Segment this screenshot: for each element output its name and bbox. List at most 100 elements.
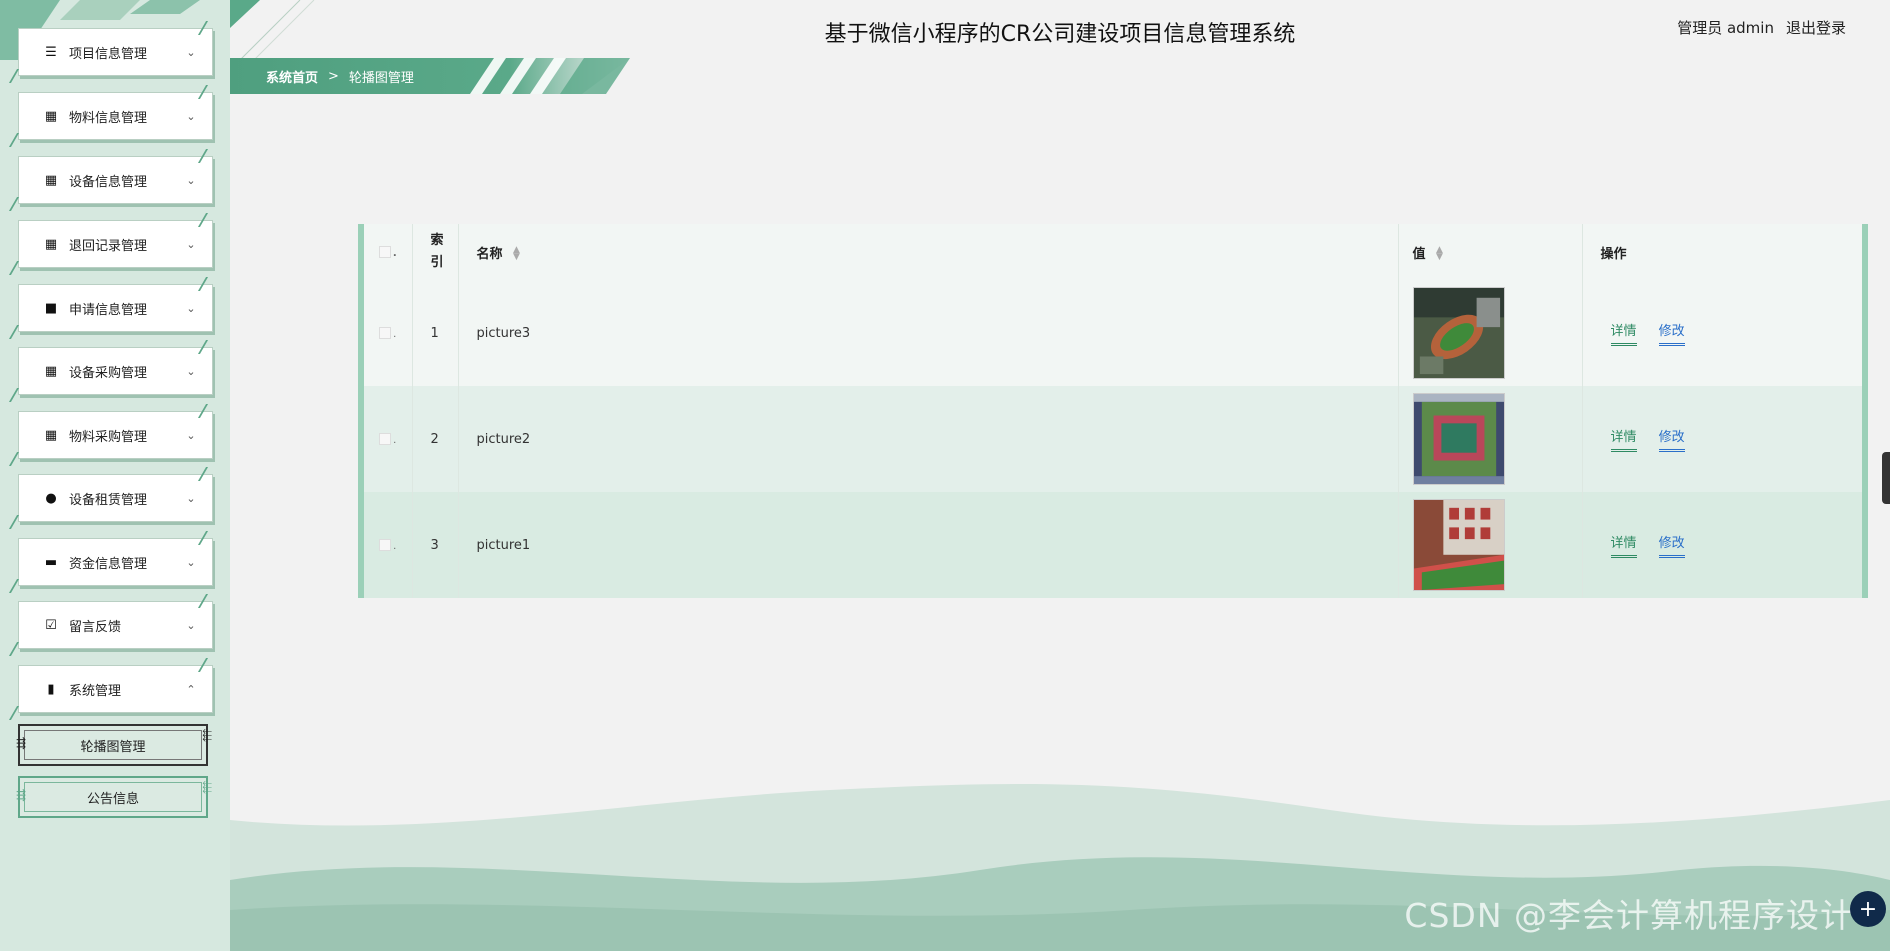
chevron-down-icon: ⌄ [186, 555, 196, 569]
sidebar-item-label: 留言反馈 [69, 619, 122, 635]
column-header-value[interactable]: 值 ▲ ▼ [1398, 224, 1583, 280]
row-value-cell [1398, 386, 1583, 492]
sidebar-item-label: 申请信息管理 [69, 302, 148, 318]
page-title: 基于微信小程序的CR公司建设项目信息管理系统 [824, 22, 1296, 47]
edit-button[interactable]: 修改 [1658, 426, 1685, 452]
sidebar-item-label: 设备信息管理 [69, 174, 148, 190]
logout-button[interactable]: 退出登录 [1786, 17, 1846, 38]
header-decoration [230, 0, 315, 60]
name-header-label: 名称 [476, 246, 503, 262]
detail-button[interactable]: 详情 [1610, 426, 1637, 452]
sidebar-subitem-notice[interactable]: ⇶ 公告信息 ⬱ [16, 776, 212, 818]
carousel-thumbnail[interactable] [1412, 499, 1505, 591]
row-select-cell: . [364, 386, 413, 492]
sidebar-item-label: 资金信息管理 [69, 556, 148, 572]
carousel-thumbnail[interactable] [1412, 287, 1505, 379]
arrow-right-icon: ⇶ [16, 788, 27, 802]
breadcrumb-separator: > [328, 68, 339, 84]
row-name: picture1 [458, 492, 1399, 598]
grid-icon: ▦ [44, 427, 58, 443]
row-ops-cell: 详情 修改 [1582, 386, 1862, 492]
row-index: 2 [412, 386, 459, 492]
sidebar-item-return[interactable]: ▦ 退回记录管理 ⌄ [18, 220, 213, 268]
sidebar-item-feedback[interactable]: ☑ 留言反馈 ⌄ [18, 601, 213, 649]
sidebar-item-system[interactable]: ▮ 系统管理 ⌃ [18, 665, 213, 713]
sidebar-item-material-purchase[interactable]: ▦ 物料采购管理 ⌄ [18, 411, 213, 459]
detail-button[interactable]: 详情 [1610, 320, 1637, 346]
sidebar-item-material[interactable]: ▦ 物料信息管理 ⌄ [18, 92, 213, 140]
chevron-down-icon: ⌄ [186, 618, 196, 632]
list-icon: ☰ [45, 44, 57, 60]
detail-button[interactable]: 详情 [1610, 532, 1637, 558]
sidebar-subitem-carousel[interactable]: ⇶ 轮播图管理 ⬱ [16, 724, 212, 766]
book-icon: ▮ [47, 681, 55, 697]
sort-icon[interactable]: ▲ ▼ [513, 246, 520, 262]
table-row: . 2 picture2 详情 修改 [364, 386, 1862, 492]
breadcrumb-stripes [470, 58, 630, 94]
sidebar-item-project[interactable]: ☰ 项目信息管理 ⌄ [18, 28, 213, 76]
sidebar-item-equipment[interactable]: ▦ 设备信息管理 ⌄ [18, 156, 213, 204]
briefcase-icon: ■ [44, 300, 58, 316]
carousel-thumbnail[interactable] [1412, 393, 1505, 485]
arrow-left-icon: ⬱ [202, 728, 212, 742]
row-value-cell [1398, 492, 1583, 598]
watermark-text: CSDN @李会计算机程序设计 [1404, 896, 1854, 935]
table-header-row: . 索引 名称 ▲ ▼ 值 ▲ ▼ 操作 [364, 224, 1862, 280]
breadcrumb-current: 轮播图管理 [348, 70, 414, 86]
table-row: . 3 picture1 详情 修改 [364, 492, 1862, 598]
sidebar-item-funds[interactable]: ▬ 资金信息管理 ⌄ [18, 538, 213, 586]
sidebar-item-lease[interactable]: ● 设备租赁管理 ⌄ [18, 474, 213, 522]
chevron-down-icon: ⌄ [186, 173, 196, 187]
chevron-up-icon: ⌃ [186, 682, 196, 696]
arrow-left-icon: ⬱ [202, 780, 212, 794]
side-tab-handle[interactable] [1882, 452, 1890, 504]
clipboard-icon: ☑ [45, 617, 57, 633]
user-label: 管理员 admin [1677, 19, 1774, 37]
grid-icon: ▦ [44, 172, 58, 188]
sidebar-item-label: 物料采购管理 [69, 429, 148, 445]
row-select-cell: . [364, 280, 413, 386]
column-header-index: 索引 [412, 224, 459, 280]
grid-icon: ▦ [44, 363, 58, 379]
sidebar-item-label: 设备租赁管理 [69, 492, 148, 508]
sidebar-item-label: 项目信息管理 [69, 46, 148, 62]
ticket-icon: ▬ [44, 554, 58, 570]
plus-icon[interactable]: + [1850, 891, 1886, 927]
sidebar-item-equipment-purchase[interactable]: ▦ 设备采购管理 ⌄ [18, 347, 213, 395]
chevron-down-icon: ⌄ [186, 364, 196, 378]
row-ops-cell: 详情 修改 [1582, 492, 1862, 598]
sidebar: ☰ 项目信息管理 ⌄ ▦ 物料信息管理 ⌄ ▦ 设备信息管理 ⌄ ▦ 退回记录管… [0, 0, 230, 951]
column-header-name[interactable]: 名称 ▲ ▼ [458, 224, 1399, 280]
sort-icon[interactable]: ▲ ▼ [1436, 246, 1443, 262]
row-name: picture3 [458, 280, 1399, 386]
row-checkbox[interactable] [379, 327, 392, 339]
grid-icon: ▦ [44, 108, 58, 124]
edit-button[interactable]: 修改 [1658, 320, 1685, 346]
value-header-label: 值 [1412, 246, 1426, 262]
row-index: 1 [412, 280, 459, 386]
row-name: picture2 [458, 386, 1399, 492]
row-checkbox[interactable] [379, 433, 392, 445]
sidebar-item-label: 系统管理 [69, 683, 122, 699]
user-area: 管理员 admin 退出登录 [1677, 17, 1846, 38]
column-header-ops: 操作 [1582, 224, 1862, 280]
breadcrumb-home[interactable]: 系统首页 [266, 67, 318, 86]
chevron-down-icon: ⌄ [186, 301, 196, 315]
select-all-checkbox[interactable] [378, 246, 391, 258]
chevron-down-icon: ⌄ [186, 428, 196, 442]
sidebar-item-label: 设备采购管理 [69, 365, 148, 381]
arrow-right-icon: ⇶ [16, 736, 27, 750]
chevron-down-icon: ⌄ [186, 237, 196, 251]
subitem-frame [24, 730, 202, 760]
edit-button[interactable]: 修改 [1658, 532, 1685, 558]
chevron-down-icon: ⌄ [186, 45, 196, 59]
row-ops-cell: 详情 修改 [1582, 280, 1862, 386]
select-all-cell: . [364, 224, 413, 280]
row-select-cell: . [364, 492, 413, 598]
sidebar-item-application[interactable]: ■ 申请信息管理 ⌄ [18, 284, 213, 332]
row-checkbox[interactable] [379, 539, 392, 551]
row-index: 3 [412, 492, 459, 598]
table-row: . 1 picture3 详情 修改 [364, 280, 1862, 386]
sidebar-item-label: 退回记录管理 [69, 238, 148, 254]
row-value-cell [1398, 280, 1583, 386]
